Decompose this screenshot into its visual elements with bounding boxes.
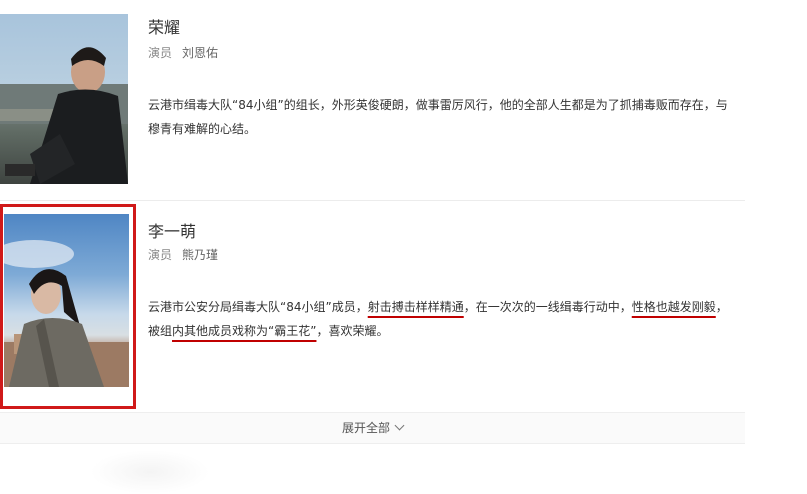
- cast-card: 荣耀 演员 刘恩佑 云港市缉毒大队“84小组”的组长，外形英俊硬朗，做事雷厉风行，…: [0, 0, 745, 200]
- desc-text: 云港市缉毒大队“84小组”的组长，外形英俊硬朗，做事雷厉风行，他的全部人生都是为…: [148, 98, 728, 136]
- role-label: 演员: [148, 46, 173, 60]
- cast-role: 演员 熊乃瑾: [148, 246, 218, 263]
- underlined-phrase: 内其他成员戏称为“霸王花”: [172, 324, 317, 338]
- cast-description: 云港市缉毒大队“84小组”的组长，外形英俊硬朗，做事雷厉风行，他的全部人生都是为…: [148, 93, 738, 141]
- chevron-down-icon: [394, 420, 405, 431]
- expand-all-button[interactable]: 展开全部: [0, 412, 745, 444]
- desc-text: 云港市公安分局缉毒大队“84小组”成员，: [148, 300, 368, 314]
- actor-name[interactable]: 刘恩佑: [182, 46, 218, 60]
- expand-label: 展开全部: [341, 421, 390, 435]
- cast-photo-rongyao[interactable]: [0, 14, 128, 184]
- role-label: 演员: [148, 248, 173, 262]
- desc-text: ，喜欢荣耀。: [316, 324, 389, 338]
- actor-name[interactable]: 熊乃瑾: [182, 248, 218, 262]
- cast-role: 演员 刘恩佑: [148, 44, 218, 61]
- cast-list-page: 荣耀 演员 刘恩佑 云港市缉毒大队“84小组”的组长，外形英俊硬朗，做事雷厉风行，…: [0, 0, 807, 494]
- background-glow: [90, 450, 210, 494]
- underlined-phrase: 射击搏击样样精通: [367, 300, 464, 314]
- underlined-phrase: 性格也越发刚毅: [631, 300, 716, 314]
- cast-description: 云港市公安分局缉毒大队“84小组”成员，射击搏击样样精通，在一次次的一线缉毒行动…: [148, 295, 738, 343]
- highlight-frame: [0, 204, 136, 409]
- cast-name[interactable]: 李一萌: [148, 218, 196, 242]
- actor-photo-image: [0, 47, 128, 184]
- cast-name[interactable]: 荣耀: [148, 14, 180, 38]
- desc-text: ，在一次次的一线缉毒行动中，: [463, 300, 632, 314]
